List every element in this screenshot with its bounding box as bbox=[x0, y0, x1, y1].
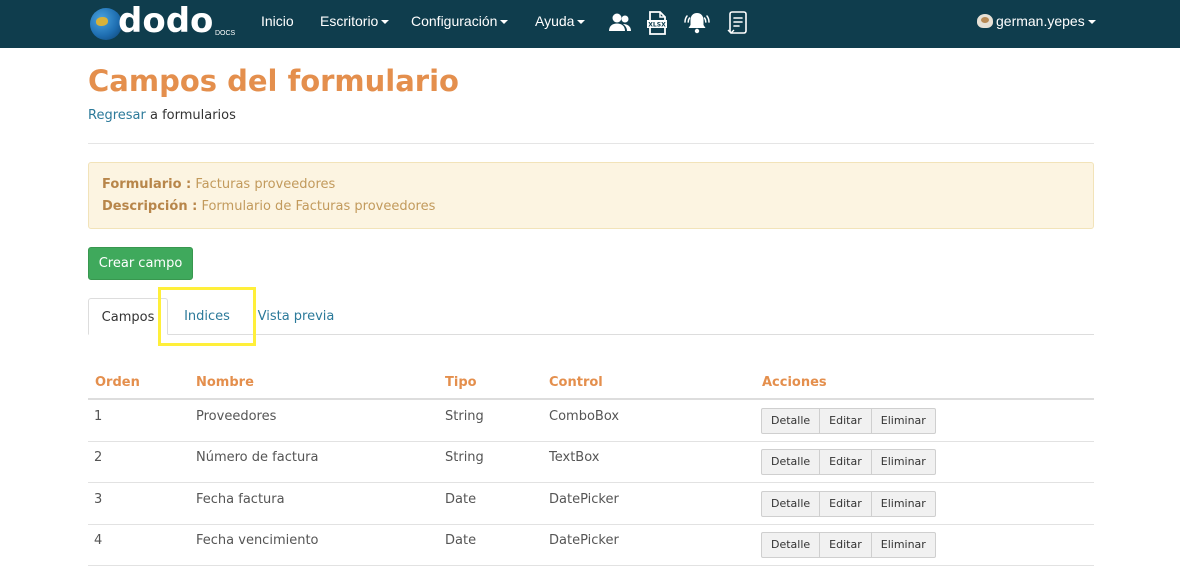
users-icon[interactable] bbox=[607, 10, 633, 36]
column-header-acciones: Acciones bbox=[762, 375, 827, 390]
bell-icon[interactable] bbox=[683, 10, 711, 36]
detail-button[interactable]: Detalle bbox=[761, 491, 821, 517]
nav-item-label: Escritorio bbox=[320, 13, 379, 29]
document-icon[interactable] bbox=[725, 10, 751, 36]
back-line: Regresar a formularios bbox=[88, 108, 236, 123]
cell-orden: 3 bbox=[94, 492, 103, 507]
nav-item-escritorio[interactable]: Escritorio bbox=[320, 13, 390, 29]
column-header-control: Control bbox=[549, 375, 603, 390]
column-header-tipo: Tipo bbox=[445, 375, 477, 390]
row-actions: Detalle Editar Eliminar bbox=[761, 408, 936, 434]
back-link[interactable]: Regresar bbox=[88, 108, 146, 123]
cell-tipo: String bbox=[445, 450, 484, 465]
divider bbox=[88, 143, 1094, 144]
nav-item-configuracion[interactable]: Configuración bbox=[411, 13, 509, 29]
cell-control: DatePicker bbox=[549, 533, 619, 548]
tab-campos[interactable]: Campos bbox=[88, 298, 168, 335]
create-field-button[interactable]: Crear campo bbox=[88, 247, 193, 280]
column-header-orden: Orden bbox=[95, 375, 140, 390]
cell-orden: 4 bbox=[94, 533, 103, 548]
table-row: 4 Fecha vencimiento Date DatePicker Deta… bbox=[88, 524, 1094, 566]
form-name-label: Formulario : bbox=[102, 177, 192, 192]
form-description-line: Descripción : Formulario de Facturas pro… bbox=[102, 199, 435, 214]
caret-down-icon bbox=[500, 20, 509, 25]
delete-button[interactable]: Eliminar bbox=[870, 449, 936, 475]
delete-button[interactable]: Eliminar bbox=[870, 408, 936, 434]
cell-nombre: Número de factura bbox=[196, 450, 319, 465]
caret-down-icon bbox=[1087, 20, 1096, 25]
form-name-line: Formulario : Facturas proveedores bbox=[102, 177, 335, 192]
xlsx-file-icon[interactable]: XLSX bbox=[644, 10, 670, 36]
cell-control: ComboBox bbox=[549, 409, 620, 424]
caret-down-icon bbox=[577, 20, 586, 25]
cell-tipo: Date bbox=[445, 492, 477, 507]
detail-button[interactable]: Detalle bbox=[761, 449, 821, 475]
nav-item-label: Inicio bbox=[261, 13, 294, 29]
nav-item-inicio[interactable]: Inicio bbox=[261, 13, 294, 29]
back-suffix: a formularios bbox=[145, 108, 236, 123]
delete-button[interactable]: Eliminar bbox=[870, 532, 936, 558]
form-name-value: Facturas proveedores bbox=[195, 177, 336, 192]
cell-nombre: Proveedores bbox=[196, 409, 277, 424]
cell-control: TextBox bbox=[549, 450, 600, 465]
table-row: 1 Proveedores String ComboBox Detalle Ed… bbox=[88, 400, 1094, 442]
edit-button[interactable]: Editar bbox=[819, 491, 872, 517]
cell-orden: 1 bbox=[94, 409, 103, 424]
highlight-box bbox=[158, 287, 256, 346]
user-menu[interactable]: german.yepes bbox=[977, 13, 1096, 29]
cell-tipo: Date bbox=[445, 533, 477, 548]
nav-item-label: Configuración bbox=[411, 13, 498, 29]
form-info-panel: Formulario : Facturas proveedores Descri… bbox=[88, 162, 1094, 229]
cell-nombre: Fecha factura bbox=[196, 492, 285, 507]
nav-item-ayuda[interactable]: Ayuda bbox=[535, 13, 586, 29]
user-avatar-icon bbox=[977, 14, 993, 28]
edit-button[interactable]: Editar bbox=[819, 532, 872, 558]
edit-button[interactable]: Editar bbox=[819, 408, 872, 434]
cell-control: DatePicker bbox=[549, 492, 619, 507]
brand-subtitle: DOCS bbox=[215, 30, 236, 37]
form-description-label: Descripción : bbox=[102, 199, 198, 214]
page-title: Campos del formulario bbox=[88, 64, 459, 98]
cell-tipo: String bbox=[445, 409, 484, 424]
table-row: 2 Número de factura String TextBox Detal… bbox=[88, 441, 1094, 483]
brand-name: dodo bbox=[118, 1, 214, 41]
delete-button[interactable]: Eliminar bbox=[870, 491, 936, 517]
cell-orden: 2 bbox=[94, 450, 103, 465]
row-actions: Detalle Editar Eliminar bbox=[761, 532, 936, 558]
caret-down-icon bbox=[381, 20, 390, 25]
svg-text:XLSX: XLSX bbox=[648, 22, 666, 29]
form-description-value: Formulario de Facturas proveedores bbox=[201, 199, 436, 214]
detail-button[interactable]: Detalle bbox=[761, 408, 821, 434]
username: german.yepes bbox=[996, 13, 1085, 29]
row-actions: Detalle Editar Eliminar bbox=[761, 449, 936, 475]
detail-button[interactable]: Detalle bbox=[761, 532, 821, 558]
cell-nombre: Fecha vencimiento bbox=[196, 533, 319, 548]
brand-logo[interactable]: dodo DOCS bbox=[90, 1, 240, 44]
row-actions: Detalle Editar Eliminar bbox=[761, 491, 936, 517]
nav-item-label: Ayuda bbox=[535, 13, 575, 29]
edit-button[interactable]: Editar bbox=[819, 449, 872, 475]
top-navbar: dodo DOCS Inicio Escritorio Configuració… bbox=[0, 0, 1180, 48]
column-header-nombre: Nombre bbox=[196, 375, 254, 390]
table-row: 3 Fecha factura Date DatePicker Detalle … bbox=[88, 483, 1094, 525]
tab-vista-previa[interactable]: Vista previa bbox=[252, 298, 340, 335]
